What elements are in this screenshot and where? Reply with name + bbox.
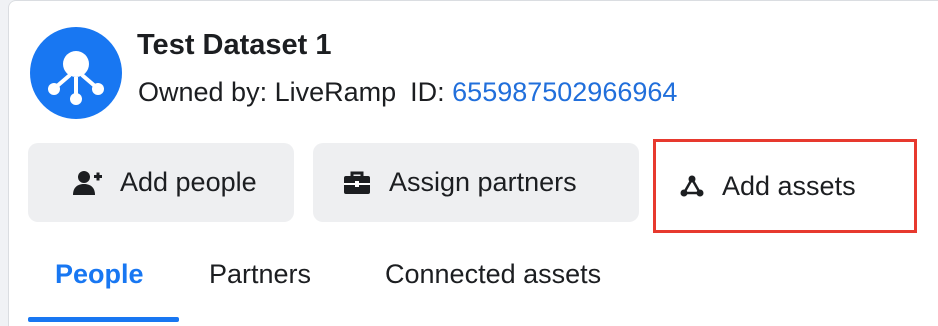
dataset-title: Test Dataset 1 [137,29,332,61]
dataset-network-icon [48,51,104,105]
add-people-label: Add people [120,167,257,197]
id-label: ID: [410,77,445,107]
tab-connected-assets[interactable]: Connected assets [385,259,601,290]
asset-nodes-icon [680,175,704,197]
dataset-id-link[interactable]: 655987502966964 [452,77,677,107]
owner-label: Owned by: LiveRamp [138,77,397,107]
assign-partners-button[interactable]: Assign partners [313,143,639,222]
add-assets-button[interactable]: Add assets [653,139,917,233]
assign-partners-label: Assign partners [389,167,577,197]
active-tab-indicator [28,317,179,322]
add-assets-label: Add assets [722,170,856,201]
add-people-button[interactable]: Add people [28,143,294,222]
tab-people[interactable]: People [55,259,144,290]
tab-partners[interactable]: Partners [209,259,311,290]
briefcase-icon [343,171,371,195]
dataset-meta: Owned by: LiveRamp ID: 655987502966964 [138,77,677,108]
dataset-card: Test Dataset 1 Owned by: LiveRamp ID: 655… [8,0,938,326]
add-person-icon [72,170,102,196]
dataset-avatar [30,27,122,119]
